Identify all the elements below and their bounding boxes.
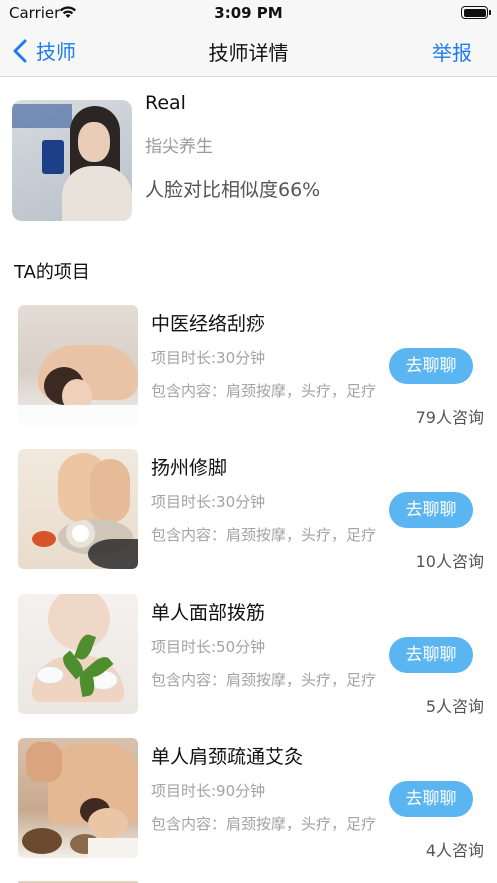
project-duration: 项目时长:50分钟 [151, 638, 266, 656]
consult-count: 4人咨询 [425, 841, 484, 860]
clock: 3:09 PM [214, 4, 283, 22]
status-bar: Carrier 3:09 PM [0, 0, 497, 26]
battery-icon [461, 6, 491, 19]
project-name: 中医经络刮痧 [151, 313, 266, 335]
consult-count: 79人咨询 [415, 408, 484, 427]
chat-button[interactable]: 去聊聊 [389, 348, 473, 384]
project-name: 单人肩颈疏通艾灸 [151, 746, 304, 768]
project-content: 包含内容：肩颈按摩，头疗，足疗 [151, 526, 377, 544]
technician-profile: Real 指尖养生 人脸对比相似度66% [12, 92, 482, 222]
navigation-bar: 技师 技师详情 举报 [0, 26, 497, 77]
project-image [18, 305, 138, 425]
chat-button[interactable]: 去聊聊 [389, 637, 473, 673]
project-item[interactable]: 扬州修脚 项目时长:30分钟 包含内容：肩颈按摩，头疗，足疗 去聊聊 10人咨询 [0, 449, 497, 593]
project-duration: 项目时长:30分钟 [151, 493, 266, 511]
project-item[interactable]: 单人肩颈疏通艾灸 项目时长:90分钟 包含内容：肩颈按摩，头疗，足疗 去聊聊 4… [0, 738, 497, 882]
consult-count: 10人咨询 [415, 552, 484, 571]
project-image [18, 594, 138, 714]
project-image [18, 449, 138, 569]
project-duration: 项目时长:30分钟 [151, 349, 266, 367]
project-item[interactable]: 单人面部拨筋 项目时长:50分钟 包含内容：肩颈按摩，头疗，足疗 去聊聊 5人咨… [0, 594, 497, 738]
project-image [18, 738, 138, 858]
project-name: 扬州修脚 [151, 457, 228, 479]
chat-button[interactable]: 去聊聊 [389, 492, 473, 528]
project-content: 包含内容：肩颈按摩，头疗，足疗 [151, 671, 377, 689]
back-label: 技师 [36, 40, 76, 64]
chevron-left-icon [13, 39, 27, 62]
project-name: 单人面部拨筋 [151, 602, 266, 624]
project-content: 包含内容：肩颈按摩，头疗，足疗 [151, 382, 377, 400]
technician-avatar[interactable] [12, 100, 132, 221]
project-duration: 项目时长:90分钟 [151, 782, 266, 800]
shop-name: 指尖养生 [145, 137, 213, 157]
projects-section-title: TA的项目 [14, 262, 90, 283]
technician-name: Real [145, 92, 186, 114]
project-content: 包含内容：肩颈按摩，头疗，足疗 [151, 815, 377, 833]
chat-button[interactable]: 去聊聊 [389, 781, 473, 817]
back-button[interactable]: 技师 [12, 36, 76, 65]
project-item[interactable]: 中医经络刮痧 项目时长:30分钟 包含内容：肩颈按摩，头疗，足疗 去聊聊 79人… [0, 305, 497, 449]
consult-count: 5人咨询 [425, 697, 484, 716]
face-similarity: 人脸对比相似度66% [145, 179, 321, 201]
report-button[interactable]: 举报 [432, 37, 472, 66]
